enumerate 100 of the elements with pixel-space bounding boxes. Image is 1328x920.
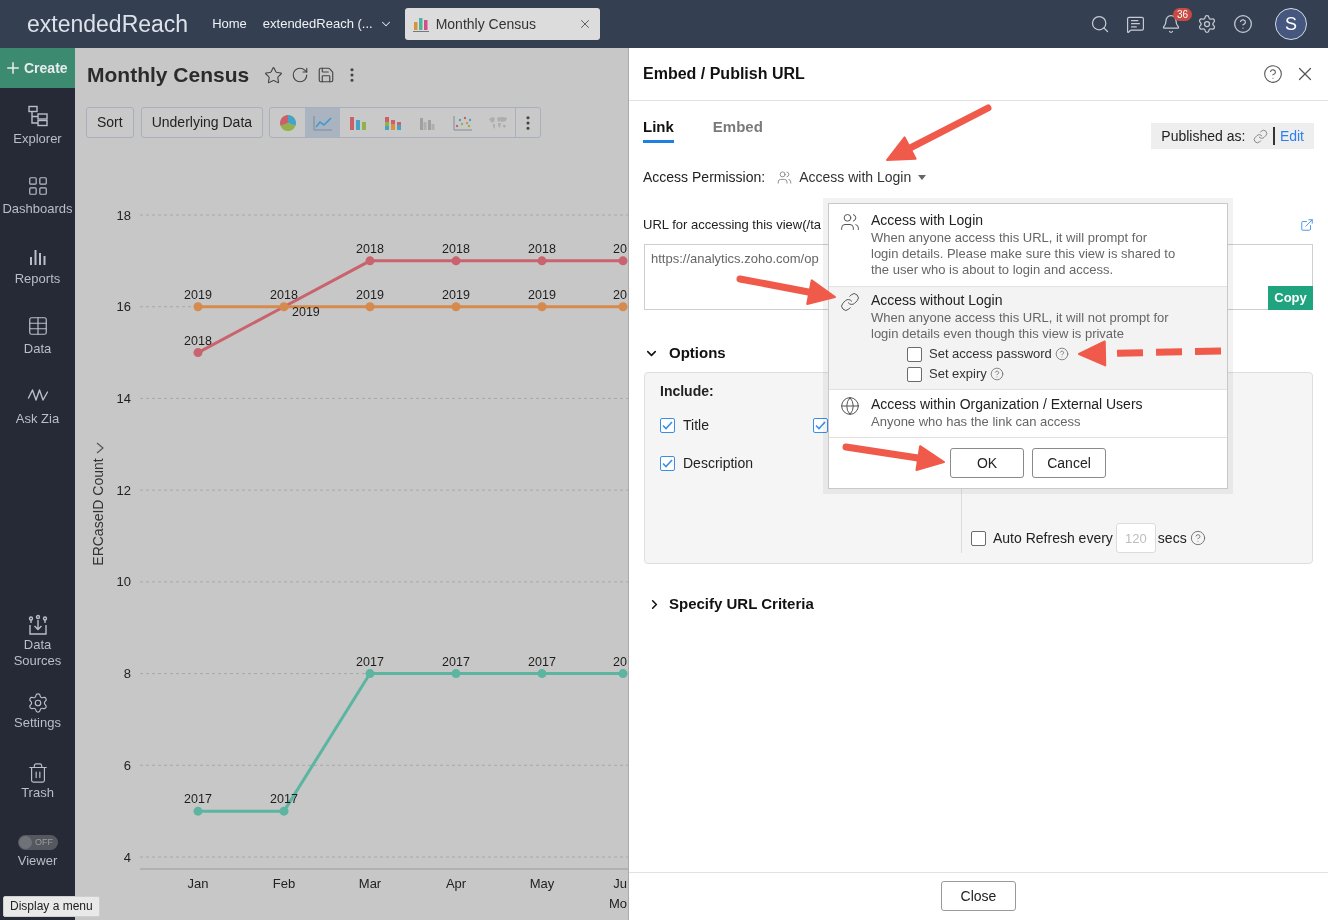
save-icon[interactable] (317, 66, 336, 84)
checkbox[interactable] (660, 455, 675, 471)
report-tab[interactable]: Monthly Census (404, 8, 600, 40)
criteria-toggle[interactable]: Specify URL Criteria (647, 595, 814, 613)
notification-badge: 36 (1173, 8, 1193, 21)
data-point (451, 302, 461, 312)
checkbox[interactable] (971, 530, 986, 546)
series-label: 2018 (270, 287, 298, 302)
checkbox[interactable] (907, 366, 922, 382)
data-point (537, 669, 547, 679)
axis-tick-label: Jan (187, 876, 209, 891)
help-icon[interactable] (1189, 530, 1206, 546)
series-label: 2018 (528, 241, 556, 256)
toolbar-button[interactable]: Underlying Data (140, 107, 264, 138)
checkbox[interactable] (813, 417, 828, 433)
settings-icon[interactable] (1197, 14, 1217, 34)
series-label: 2019 (292, 304, 320, 319)
data-point (279, 302, 289, 312)
axis-tick-label: Apr (445, 876, 467, 891)
toolbar-button[interactable]: Sort (86, 107, 134, 138)
series-label: 2018 (442, 241, 470, 256)
series-label: 2017 (184, 792, 212, 807)
option-description: Anyone who has the link can access (871, 414, 1082, 430)
help-icon[interactable] (989, 367, 1004, 381)
app-logo[interactable]: extendedReach (27, 10, 189, 38)
access-permission-dropdown[interactable]: Access with Login (777, 166, 927, 188)
option-description: When anyone access this URL, it will not prompt for login details even though this view is private (871, 310, 1170, 342)
dialog-button[interactable]: Cancel (1032, 448, 1106, 478)
axis-tick-label: 10 (116, 574, 131, 590)
link-icon (1253, 128, 1269, 144)
sidebar-item[interactable]: Data Sources (0, 614, 75, 692)
check-icon (815, 420, 826, 430)
access-option[interactable]: Access without Login When anyone access this URL, it will not prompt for login details even though this view is private Set access password Set expiry (829, 286, 1227, 389)
axis-tick-label: May (529, 876, 555, 891)
knob-icon (18, 836, 32, 849)
data-point (193, 302, 203, 312)
tab[interactable]: Embed (712, 118, 763, 143)
nav-dropdown[interactable]: extendedReach (... (262, 14, 393, 34)
caret-down-icon (918, 174, 927, 180)
users-icon (840, 212, 860, 232)
refresh-icon[interactable] (291, 66, 310, 84)
data-point (618, 256, 628, 266)
external-link-icon[interactable] (1300, 218, 1314, 232)
sidebar-item[interactable]: Dashboards (0, 175, 75, 245)
panel-title: Embed / Publish URL (643, 64, 805, 84)
series-label: 2017 (442, 654, 470, 669)
settings-icon (26, 692, 49, 714)
user-avatar[interactable]: S (1275, 8, 1307, 40)
sidebar-item[interactable]: Reports (0, 245, 75, 315)
axis-tick-label: 16 (116, 299, 131, 315)
axis-tick-label: 18 (116, 207, 131, 223)
axis-title: ERCaseID Count (90, 458, 106, 566)
data-point (365, 256, 375, 266)
data-point (365, 302, 375, 312)
data-point (451, 669, 461, 679)
series-label: 2019 (528, 287, 556, 302)
data-point (365, 669, 375, 679)
sidebar-item[interactable]: Ask Zia (0, 385, 75, 455)
option-title: Access without Login (871, 292, 1004, 309)
help-icon[interactable] (1263, 64, 1283, 84)
sidebar-item[interactable]: Explorer (0, 105, 75, 175)
checkbox-label: Set expiry (929, 365, 987, 384)
sidebar-item[interactable]: Settings (0, 692, 75, 762)
dialog-button[interactable]: OK (950, 448, 1024, 478)
section-label: Include: (660, 382, 715, 400)
unit-label: secs (1157, 528, 1187, 548)
search-icon[interactable] (1090, 14, 1110, 34)
data-point (618, 302, 628, 312)
checkbox-label: Description (683, 453, 754, 473)
axis-tick-label: 8 (123, 666, 131, 682)
tab[interactable]: Link (643, 118, 674, 143)
series-label: 2019 (442, 287, 470, 302)
annotation-label: 20 (613, 241, 627, 256)
check-icon (662, 420, 673, 430)
report-title: Monthly Census (87, 62, 250, 88)
data-point (618, 669, 628, 679)
bar-chart-icon (412, 16, 429, 32)
series-label: 2017 (528, 654, 556, 669)
nav-link[interactable]: Home (212, 14, 247, 34)
checkbox[interactable] (907, 346, 922, 362)
sidebar-item[interactable]: Trash (0, 762, 75, 835)
options-toggle[interactable]: Options (644, 344, 726, 362)
globe-icon (840, 396, 860, 416)
line-chart-icon (311, 113, 334, 132)
scatter-chart-icon (451, 113, 474, 132)
checkbox[interactable] (660, 417, 675, 433)
sidebar-item[interactable]: Data (0, 315, 75, 385)
data-point (193, 806, 203, 816)
toggle-label: Viewer (17, 853, 58, 869)
close-button[interactable]: Close (941, 881, 1016, 911)
refresh-interval-field[interactable]: 120 (1115, 523, 1156, 553)
series-label: 2018 (184, 333, 212, 348)
data-point (279, 806, 289, 816)
field-label: URL for accessing this view(/ta (643, 216, 821, 235)
star-icon[interactable] (264, 65, 284, 85)
chevron-right-icon[interactable] (96, 442, 104, 454)
help-icon[interactable] (1054, 347, 1069, 361)
data-point (193, 348, 203, 358)
plus-icon (4, 59, 22, 77)
message-icon[interactable] (1126, 14, 1145, 34)
